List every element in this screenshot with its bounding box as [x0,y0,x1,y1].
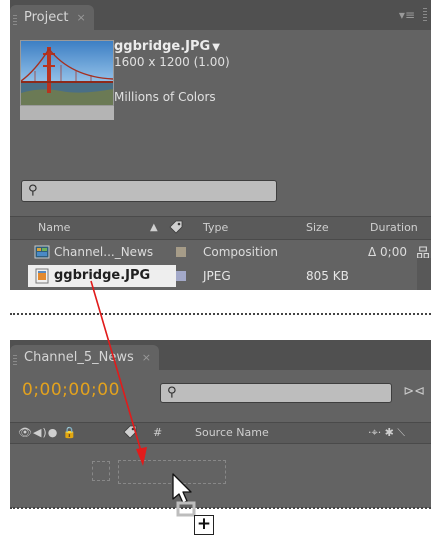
close-icon[interactable]: × [76,11,85,24]
column-type[interactable]: Type [203,221,228,234]
item-type: JPEG [203,269,231,283]
column-size[interactable]: Size [306,221,329,234]
layer-column-header: 👁◀)● 🔒 # Source Name ·⌖· ✱ ⟍ [10,422,431,444]
sort-ascending-icon[interactable]: ▲ [150,222,158,233]
chevron-down-icon[interactable]: ▼ [212,42,220,53]
item-name: Channel..._News [54,245,154,259]
close-icon[interactable]: × [142,351,151,364]
project-panel: Project × ▾≡ ggbridge.JPG ▼ 1600 x 1200 … [10,0,431,290]
tab-grip-icon[interactable] [13,15,17,27]
timeline-tab-bar: Channel_5_News × [10,340,431,370]
item-name: ggbridge.JPG [54,268,151,283]
panel-menu-icon[interactable]: ▾≡ [399,8,415,22]
tag-icon[interactable] [168,219,184,238]
tag-icon[interactable] [122,424,138,443]
project-item-row[interactable]: Channel..._News Composition Δ 0;00 品 [10,240,431,264]
tab-channel-5-news[interactable]: Channel_5_News × [10,345,159,370]
project-tab-bar: Project × ▾≡ [10,0,431,30]
column-duration[interactable]: Duration [370,221,418,234]
footage-dimensions: 1600 x 1200 (1.00) [114,55,230,69]
tab-grip-icon[interactable] [13,355,17,367]
add-icon: + [194,515,214,535]
cutaway-edge [10,313,431,315]
timeline-panel: Channel_5_News × 0;00;00;00 ⚲ ⊳⊲ 👁◀)● 🔒 … [10,340,431,508]
label-color-chip[interactable] [176,271,186,281]
item-duration: Δ 0;00 [368,245,407,259]
panel-grip-icon[interactable] [423,8,427,22]
footage-name[interactable]: ggbridge.JPG ▼ [114,39,220,54]
tab-comp-label: Channel_5_News [24,350,134,365]
search-icon: ⚲ [28,183,38,198]
item-type: Composition [203,245,278,259]
project-item-row[interactable]: ggbridge.JPG JPEG 805 KB [10,264,431,288]
project-search-input[interactable]: ⚲ [21,180,277,202]
column-layer-number[interactable]: # [153,426,162,439]
label-color-chip[interactable] [176,247,186,257]
project-column-header: Name ▲ Type Size Duration [10,216,431,240]
column-source-name[interactable]: Source Name [195,426,269,439]
composition-icon [34,244,50,263]
cutaway-edge [10,507,431,509]
tab-project[interactable]: Project × [10,5,94,30]
column-name[interactable]: Name [38,221,70,234]
av-switches-icons[interactable]: 👁◀)● 🔒 [18,426,78,439]
thumbnail-strip [20,106,114,120]
drop-target-small [92,461,110,481]
drop-target-layer [118,460,226,484]
bridge-thumbnail-image [21,41,113,105]
project-scrollbar[interactable] [417,258,431,290]
comp-flowchart-icon[interactable]: ⊳⊲ [403,384,425,399]
footage-thumbnail [20,40,114,120]
footage-color-depth: Millions of Colors [114,90,216,104]
current-time-display[interactable]: 0;00;00;00 [22,380,120,400]
footage-name-text: ggbridge.JPG [114,39,211,54]
timeline-search-input[interactable]: ⚲ [160,383,392,403]
search-icon: ⚲ [167,385,177,400]
layer-switch-icons[interactable]: ·⌖· ✱ ⟍ [368,426,405,440]
item-size: 805 KB [306,269,349,283]
tab-project-label: Project [24,10,69,25]
image-file-icon [34,268,50,287]
